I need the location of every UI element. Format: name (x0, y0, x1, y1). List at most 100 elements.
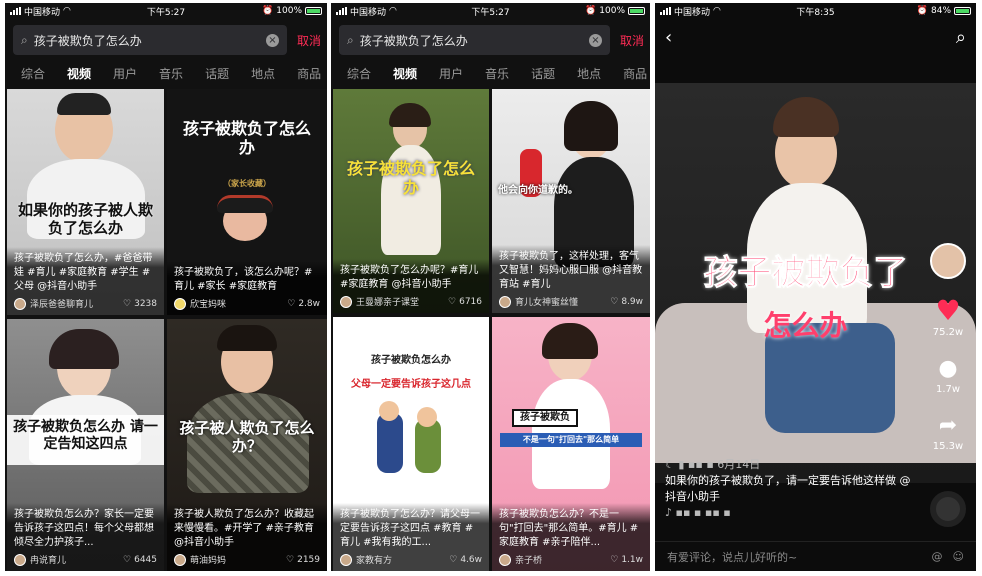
cancel-button[interactable]: 取消 (620, 32, 644, 49)
tab-all[interactable]: 综合 (347, 65, 371, 87)
author-avatar (174, 297, 186, 310)
tab-users[interactable]: 用户 (439, 65, 463, 87)
video-card[interactable]: 如果你的孩子被人欺负了怎么办 孩子被欺负了怎么办，#爸爸带娃 #育儿 #家庭教育… (7, 89, 164, 315)
tab-all[interactable]: 综合 (21, 65, 45, 87)
video-description: 孩子被欺负怎么办？家长一定要告诉孩子这四点！每个父母都想倾尽全力护孩子... (14, 509, 154, 548)
alarm-icon: ⏰ (262, 6, 274, 16)
thumbnail-subcaption: 不是一句"打回去"那么简单 (500, 433, 642, 447)
search-icon: ⌕ (21, 32, 28, 47)
cancel-button[interactable]: 取消 (297, 32, 321, 49)
tab-topics[interactable]: 话题 (205, 65, 229, 87)
battery-icon (628, 7, 645, 15)
tab-music[interactable]: 音乐 (485, 65, 509, 87)
card-info: 孩子被人欺负了怎么办？收藏起来慢慢看。#开学了 #亲子教育 @抖音小助手 萌油妈… (167, 503, 327, 571)
like-button[interactable]: ♥ 75.2w (933, 294, 963, 339)
heart-icon: ♡ (448, 296, 457, 307)
author-name[interactable]: 王曼娜亲子课堂 (356, 295, 448, 308)
video-card[interactable]: 孩子被欺负了怎么办 （家长收藏） 孩子被欺负了，该怎么办呢？#育儿 #家长 #家… (167, 89, 327, 315)
thumbnail-subcaption: （家长收藏） (223, 179, 271, 188)
creator-avatar[interactable] (930, 243, 966, 279)
comment-button[interactable]: ● 1.7w (936, 356, 960, 395)
phone-search-results-2: 中国移动 ◠ 下午5:27 ⏰ 100% ⌕ 孩子被欺负了怎么办 × 取消 综合 视… (331, 3, 650, 571)
comment-count: 1.7w (935, 384, 961, 395)
like-count: 4.6w (460, 554, 482, 565)
thumbnail-title: 孩子被欺负怎么办 (371, 355, 451, 366)
video-card[interactable]: 孩子被欺负了怎么办 孩子被欺负了怎么办呢？#育儿 #家庭教育 @抖音小助手 王曼… (333, 89, 489, 313)
video-description: 孩子被欺负了，该怎么办呢？#育儿 #家长 #家庭教育 (174, 267, 313, 292)
video-card[interactable]: 孩子被欺负 不是一句"打回去"那么简单 孩子被欺负怎么办？不是一句"打回去"那么… (492, 317, 650, 571)
video-card[interactable]: 孩子被欺负怎么办 父母一定要告诉孩子这几点 孩子被欺负了怎么办？请父母一定要告诉… (333, 317, 489, 571)
author-avatar (499, 295, 511, 308)
comment-bar: 有爱评论，说点儿好听的~ @ ☺ (655, 541, 976, 571)
author-name[interactable]: 冉说育儿 (30, 553, 123, 566)
thumbnail-caption: 他会向你道歉的。 (498, 185, 578, 196)
tab-goods[interactable]: 商品 (623, 65, 647, 87)
author-name[interactable]: 亲子桥 (515, 553, 610, 566)
battery-percent: 100% (276, 6, 302, 16)
video-grid: 孩子被欺负了怎么办 孩子被欺负了怎么办呢？#育儿 #家庭教育 @抖音小助手 王曼… (331, 89, 650, 571)
author-name[interactable]: 泽辰爸爸聊育儿 (30, 297, 123, 310)
presenter-hair (773, 97, 839, 137)
tab-music[interactable]: 音乐 (159, 65, 183, 87)
player-top-bar: ‹ ⌕ (665, 25, 966, 49)
status-time: 下午5:27 (146, 7, 186, 18)
video-card[interactable]: 他会向你道歉的。 孩子被欺负了，这样处理，客气又智慧！妈妈心服口服 @抖音教育站… (492, 89, 650, 313)
music-track[interactable]: ♪ ▪▪ ▪ ▪▪ ▪ (665, 505, 916, 521)
comment-input[interactable]: 有爱评论，说点儿好听的~ (667, 549, 922, 565)
share-icon: ➦ (938, 413, 958, 438)
emoji-icon[interactable]: ☺ (953, 550, 964, 563)
mention-icon[interactable]: @ (932, 550, 943, 563)
signal-icon (10, 7, 21, 15)
tab-goods[interactable]: 商品 (297, 65, 321, 87)
tab-topics[interactable]: 话题 (531, 65, 555, 87)
tab-places[interactable]: 地点 (251, 65, 275, 87)
video-caption-block: ☾ ▮ ▪▪ ▪ 6月14日 如果你的孩子被欺负了，请一定要告诉他这样做 @抖音… (665, 457, 916, 521)
music-note-icon: ☾ ▮ ▪▪ ▪ (665, 458, 718, 471)
card-info: 孩子被欺负了，这样处理，客气又智慧！妈妈心服口服 @抖音教育站 #育儿 育儿女神… (492, 245, 650, 313)
phone-video-player: 中国移动 ◠ 下午8:35 ⏰ 84% ‹ ⌕ 孩子被欺负了 怎么办 ♥ 75.2w… (655, 3, 976, 571)
author-name[interactable]: 家教有方 (356, 553, 449, 566)
video-description: 孩子被欺负了怎么办呢？#育儿 #家庭教育 @抖音小助手 (340, 265, 479, 290)
author-avatar (14, 297, 26, 310)
share-count: 15.3w (932, 441, 964, 452)
author-name[interactable]: 萌油妈妈 (190, 553, 286, 566)
author-avatar (340, 553, 352, 566)
filter-tabs: 综合 视频 用户 音乐 话题 地点 商品 (331, 65, 650, 87)
post-date: 6月14日 (717, 458, 761, 471)
video-card[interactable]: 孩子被人欺负了怎么办？ 孩子被人欺负了怎么办？收藏起来慢慢看。#开学了 #亲子教… (167, 319, 327, 571)
clear-icon[interactable]: × (588, 33, 602, 47)
battery-icon (305, 7, 322, 15)
search-icon[interactable]: ⌕ (956, 27, 966, 48)
share-button[interactable]: ➦ 15.3w (933, 413, 963, 452)
search-row: ⌕ 孩子被欺负了怎么办 × 取消 (13, 25, 321, 55)
like-count: 8.9w (621, 296, 643, 307)
music-disc-icon[interactable] (930, 491, 966, 527)
video-overlay-title: 孩子被欺负了 (703, 253, 908, 294)
video-description: 孩子被人欺负了怎么办？收藏起来慢慢看。#开学了 #亲子教育 @抖音小助手 (174, 509, 314, 548)
heart-icon: ♥ (935, 294, 961, 327)
video-description: 孩子被欺负了怎么办，#爸爸带娃 #育儿 #家庭教育 #学生 #父母 @抖音小助手 (14, 253, 153, 292)
search-input[interactable]: ⌕ 孩子被欺负了怎么办 × (339, 25, 610, 55)
status-bar: 中国移动 ◠ 下午5:27 ⏰ 100% (5, 3, 327, 19)
card-info: 孩子被欺负了怎么办？请父母一定要告诉孩子这四点 #教育 #育儿 #我有我的工..… (333, 503, 489, 571)
status-bar: 中国移动 ◠ 下午5:27 ⏰ 100% (331, 3, 650, 19)
battery-percent: 84% (931, 6, 952, 16)
author-name[interactable]: 育儿女神蜜丝懂 (515, 295, 610, 308)
like-count: 6445 (134, 554, 157, 565)
tab-video[interactable]: 视频 (67, 65, 91, 87)
card-info: 孩子被欺负怎么办？家长一定要告诉孩子这四点！每个父母都想倾尽全力护孩子... 冉… (7, 503, 164, 571)
author-name[interactable]: 欣宝妈咪 (190, 297, 287, 310)
search-input[interactable]: ⌕ 孩子被欺负了怎么办 × (13, 25, 287, 55)
alarm-icon: ⏰ (916, 6, 928, 16)
tab-video[interactable]: 视频 (393, 65, 417, 87)
video-card[interactable]: 孩子被欺负怎么办 请一定告知这四点 孩子被欺负怎么办？家长一定要告诉孩子这四点！… (7, 319, 164, 571)
status-time: 下午8:35 (796, 7, 835, 18)
card-info: 孩子被欺负了，该怎么办呢？#育儿 #家长 #家庭教育 欣宝妈咪 ♡ 2.8w (167, 261, 327, 315)
tab-places[interactable]: 地点 (577, 65, 601, 87)
heart-icon: ♡ (610, 296, 619, 307)
clear-icon[interactable]: × (265, 33, 279, 47)
alarm-icon: ⏰ (585, 6, 597, 16)
thumbnail-caption: 孩子被人欺负了怎么办？ (179, 419, 315, 455)
tab-users[interactable]: 用户 (113, 65, 137, 87)
back-icon[interactable]: ‹ (665, 27, 672, 48)
